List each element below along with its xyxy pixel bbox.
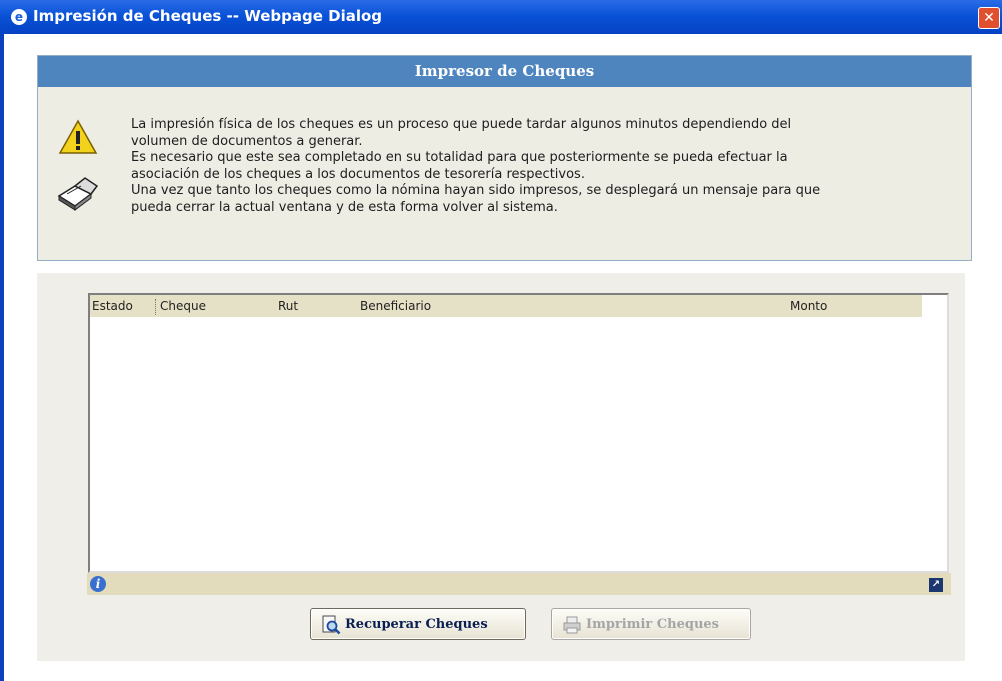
recuperar-label: Recuperar Cheques: [345, 617, 488, 632]
warning-icon: [58, 119, 98, 154]
checks-grid[interactable]: Estado Cheque Rut Beneficiario Monto: [88, 293, 949, 573]
column-header-monto[interactable]: Monto: [790, 299, 827, 313]
column-header-beneficiario[interactable]: Beneficiario: [360, 299, 431, 313]
message-line: Es necesario que este sea completado en …: [131, 150, 788, 165]
message-line: volumen de documentos a generar.: [131, 133, 363, 149]
message-line: pueda cerrar la actual ventana y de esta…: [131, 199, 558, 215]
imprimir-cheques-button[interactable]: Imprimir Cheques: [551, 608, 751, 640]
column-header-rut[interactable]: Rut: [278, 299, 298, 313]
info-icon[interactable]: i: [90, 576, 106, 592]
info-panel: Impresor de Cheques La impresión física …: [37, 55, 972, 261]
info-message: La impresión física de los cheques es un…: [131, 117, 961, 216]
search-document-icon: [322, 615, 341, 635]
message-line: La impresión física de los cheques es un…: [131, 117, 792, 132]
close-button[interactable]: ✕: [978, 7, 1000, 29]
message-line: Una vez que tanto los cheques como la nó…: [131, 183, 821, 198]
title-bar: e Impresión de Cheques -- Webpage Dialog…: [0, 0, 1002, 34]
column-header-estado[interactable]: Estado: [92, 299, 133, 313]
checks-section: Estado Cheque Rut Beneficiario Monto i ↗…: [37, 273, 965, 661]
expand-icon[interactable]: ↗: [929, 578, 943, 592]
panel-title: Impresor de Cheques: [38, 56, 971, 87]
imprimir-label: Imprimir Cheques: [586, 617, 719, 632]
recuperar-cheques-button[interactable]: Recuperar Cheques: [310, 608, 526, 640]
print-icon: [563, 616, 581, 634]
window-title: Impresión de Cheques -- Webpage Dialog: [33, 7, 383, 25]
column-separator: [155, 299, 156, 315]
printer-icon: [57, 177, 99, 211]
window-border: [0, 34, 4, 681]
ie-icon: e: [11, 9, 27, 25]
grid-status-bar: i ↗: [87, 573, 951, 595]
grid-header: Estado Cheque Rut Beneficiario Monto: [90, 295, 922, 317]
message-line: asociación de los cheques a los document…: [131, 166, 585, 182]
column-header-cheque[interactable]: Cheque: [160, 299, 206, 313]
